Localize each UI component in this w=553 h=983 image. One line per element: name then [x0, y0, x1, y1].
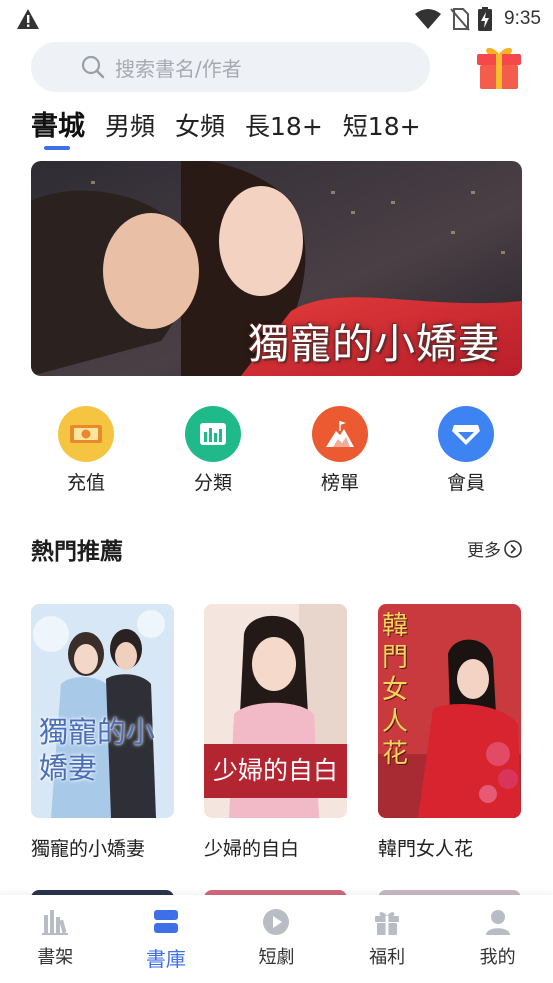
tab-male[interactable]: 男頻 — [105, 107, 155, 143]
nav-bookshelf[interactable]: 書架 — [0, 895, 111, 983]
section-title: 熱門推薦 — [31, 539, 123, 565]
nav-label: 短劇 — [258, 947, 295, 968]
nav-profile[interactable]: 我的 — [442, 895, 553, 983]
status-icons: 9:35 — [414, 6, 541, 32]
book-cover-text: 韓門女人花 — [382, 611, 409, 769]
chevron-right-circle-icon — [504, 539, 522, 558]
nav-short-drama[interactable]: 短劇 — [221, 895, 332, 983]
book-title: 獨寵的小嬌妻 — [31, 838, 146, 860]
play-icon — [263, 909, 290, 935]
cash-icon — [58, 406, 114, 462]
more-link[interactable]: 更多 — [467, 536, 522, 561]
book-title: 韓門女人花 — [378, 838, 474, 860]
gift-icon — [375, 912, 400, 935]
tab-indicator — [44, 146, 70, 150]
book-title: 少婦的自白 — [204, 838, 300, 860]
quick-actions: 充值 分類 榜單 會員 — [31, 406, 522, 496]
mountain-flag-icon — [312, 406, 368, 462]
ranking-label: 榜單 — [320, 472, 359, 494]
search-placeholder: 搜索書名/作者 — [115, 56, 242, 81]
search-icon — [81, 55, 105, 79]
wifi-icon — [415, 9, 442, 29]
category-tabs: 書城 男頻 女頻 長18+ 短18+ — [31, 104, 441, 154]
membership-label: 會員 — [446, 472, 485, 494]
bottom-navigation: 書架 書庫 短劇 福利 我的 — [0, 895, 553, 983]
category-label: 分類 — [193, 472, 232, 494]
bar-chart-icon — [185, 406, 241, 462]
status-bar: 9:35 — [0, 0, 553, 36]
diamond-icon — [438, 406, 494, 462]
category-button[interactable]: 分類 — [168, 406, 258, 495]
battery-charging-icon — [478, 7, 493, 31]
book-card[interactable]: 少婦的自白 少婦的自白 — [204, 604, 347, 861]
user-icon — [485, 910, 510, 935]
book-cover: 少婦的自白 — [204, 604, 347, 818]
book-card[interactable]: 韓門女人花 韓門女人花 — [378, 604, 521, 861]
more-label: 更多 — [467, 541, 501, 561]
recharge-button[interactable]: 充值 — [41, 406, 131, 495]
ranking-button[interactable]: 榜單 — [295, 406, 385, 495]
tab-female[interactable]: 女頻 — [175, 107, 225, 143]
bookshelf-icon — [42, 910, 69, 935]
nav-welfare[interactable]: 福利 — [332, 895, 443, 983]
nav-label: 書架 — [37, 947, 74, 968]
banner-carousel[interactable]: 獨寵的小嬌妻 — [31, 161, 522, 376]
tab-long-18[interactable]: 長18+ — [245, 107, 323, 143]
warning-icon — [17, 9, 39, 29]
nav-label: 福利 — [369, 947, 406, 968]
banner-title: 獨寵的小嬌妻 — [248, 320, 500, 368]
status-time: 9:35 — [504, 8, 541, 29]
library-icon — [153, 910, 178, 933]
no-sim-icon — [450, 8, 470, 31]
book-card[interactable]: 獨寵的小嬌妻 獨寵的小嬌妻 — [31, 604, 174, 861]
book-cover-text: 獨寵的小嬌妻 — [39, 715, 156, 785]
nav-label: 書庫 — [145, 947, 186, 971]
membership-button[interactable]: 會員 — [421, 406, 511, 495]
recharge-label: 充值 — [66, 472, 105, 494]
book-cover-text: 少婦的自白 — [204, 744, 347, 798]
nav-library[interactable]: 書庫 — [111, 895, 222, 983]
tab-bookstore[interactable]: 書城 — [31, 104, 85, 143]
book-cover: 韓門女人花 — [378, 604, 521, 818]
nav-label: 我的 — [479, 947, 516, 968]
gift-icon[interactable] — [474, 42, 524, 92]
tab-short-18[interactable]: 短18+ — [343, 107, 421, 143]
book-cover: 獨寵的小嬌妻 — [31, 604, 174, 818]
search-input[interactable]: 搜索書名/作者 — [31, 42, 430, 92]
